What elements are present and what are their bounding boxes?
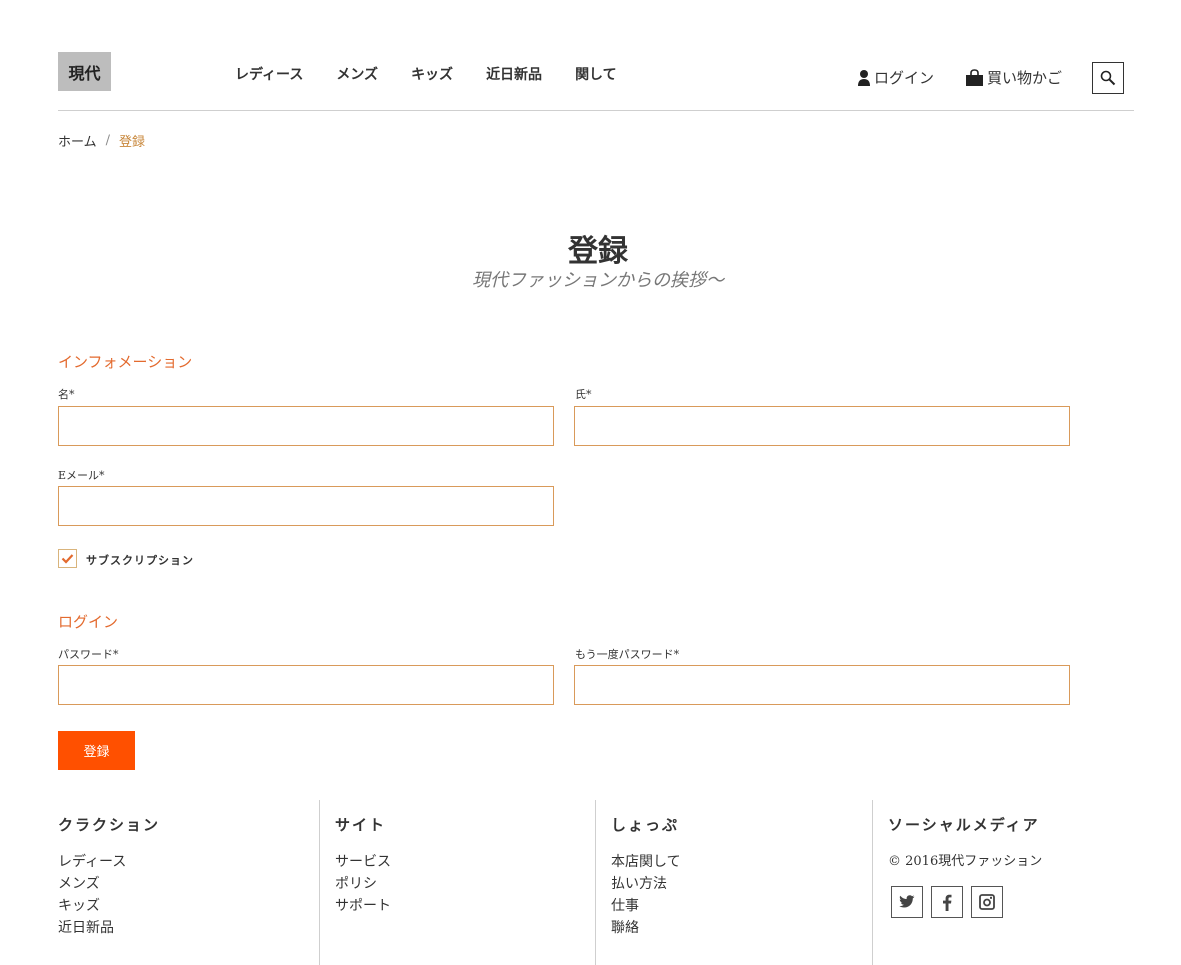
footer-link-jobs[interactable]: 仕事 bbox=[611, 895, 681, 917]
footer-shop-links: 本店関して 払い方法 仕事 聯絡 bbox=[611, 851, 681, 939]
footer-link-kids[interactable]: キッズ bbox=[58, 895, 126, 917]
search-icon bbox=[1100, 70, 1116, 86]
password-confirm-label: もう一度パスワード* bbox=[575, 648, 680, 661]
twitter-button[interactable] bbox=[891, 886, 923, 918]
page-title: 登録 bbox=[568, 234, 628, 269]
breadcrumb-home[interactable]: ホーム bbox=[58, 131, 97, 150]
first-name-input[interactable] bbox=[58, 406, 554, 446]
last-name-label: 氏* bbox=[575, 388, 592, 401]
breadcrumb: ホーム / 登録 bbox=[58, 131, 145, 150]
breadcrumb-separator: / bbox=[105, 133, 111, 148]
register-button[interactable]: 登録 bbox=[58, 731, 135, 770]
checkmark-icon bbox=[61, 554, 74, 564]
footer-link-contact[interactable]: 聯絡 bbox=[611, 917, 681, 939]
instagram-icon bbox=[979, 894, 995, 910]
footer-collection-heading: クラクション bbox=[58, 816, 161, 834]
email-label: Eメール* bbox=[58, 469, 105, 482]
footer-link-mens[interactable]: メンズ bbox=[58, 873, 126, 895]
info-section-title: インフォメーション bbox=[58, 353, 193, 371]
facebook-icon bbox=[943, 894, 952, 911]
login-label: ログイン bbox=[874, 69, 935, 87]
footer-link-payment[interactable]: 払い方法 bbox=[611, 873, 681, 895]
last-name-input[interactable] bbox=[574, 406, 1070, 446]
login-section-title: ログイン bbox=[58, 613, 119, 631]
footer-site-links: サービス ポリシ サポート bbox=[335, 851, 391, 917]
nav-item-about[interactable]: 関して bbox=[575, 64, 617, 84]
nav-item-kids[interactable]: キッズ bbox=[411, 64, 453, 84]
twitter-icon bbox=[899, 895, 915, 908]
login-link[interactable]: ログイン bbox=[857, 67, 934, 88]
instagram-button[interactable] bbox=[971, 886, 1003, 918]
main-nav: レディース メンズ キッズ 近日新品 関して bbox=[235, 64, 650, 84]
breadcrumb-current: 登録 bbox=[119, 135, 146, 150]
footer-shop-heading: しょっぷ bbox=[611, 816, 680, 834]
footer-divider bbox=[872, 800, 873, 965]
subscription-checkbox[interactable] bbox=[58, 549, 77, 568]
footer-divider bbox=[319, 800, 320, 965]
cart-label: 買い物かご bbox=[987, 69, 1063, 87]
nav-item-mens[interactable]: メンズ bbox=[336, 64, 378, 84]
first-name-label: 名* bbox=[58, 388, 75, 401]
footer-divider bbox=[595, 800, 596, 965]
footer-link-support[interactable]: サポート bbox=[335, 895, 391, 917]
cart-link[interactable]: 買い物かご bbox=[965, 67, 1062, 88]
nav-item-ladies[interactable]: レディース bbox=[235, 64, 303, 84]
password-confirm-input[interactable] bbox=[574, 665, 1070, 705]
footer-link-policy[interactable]: ポリシ bbox=[335, 873, 391, 895]
page-subtitle: 現代ファッションからの挨拶〜 bbox=[472, 270, 724, 291]
shopping-bag-icon bbox=[966, 68, 983, 86]
footer-site-heading: サイト bbox=[335, 816, 387, 834]
header-divider bbox=[58, 110, 1134, 111]
footer-collection-links: レディース メンズ キッズ 近日新品 bbox=[58, 851, 126, 939]
footer-link-service[interactable]: サービス bbox=[335, 851, 391, 873]
site-logo[interactable]: 現代 bbox=[58, 52, 111, 91]
copyright-text: © 2016現代ファッション bbox=[888, 854, 1043, 869]
footer-link-ladies[interactable]: レディース bbox=[58, 851, 126, 873]
nav-item-coming-soon[interactable]: 近日新品 bbox=[486, 64, 542, 84]
footer-link-about-store[interactable]: 本店関して bbox=[611, 851, 681, 873]
password-label: パスワード* bbox=[58, 648, 119, 661]
footer-social-heading: ソーシャルメディア bbox=[888, 816, 1040, 834]
footer-link-coming-soon[interactable]: 近日新品 bbox=[58, 917, 126, 939]
email-input[interactable] bbox=[58, 486, 554, 526]
social-links bbox=[891, 886, 1011, 918]
facebook-button[interactable] bbox=[931, 886, 963, 918]
search-button[interactable] bbox=[1092, 62, 1124, 94]
user-icon bbox=[858, 69, 870, 86]
password-input[interactable] bbox=[58, 665, 554, 705]
subscription-label: サブスクリプション bbox=[86, 554, 194, 567]
